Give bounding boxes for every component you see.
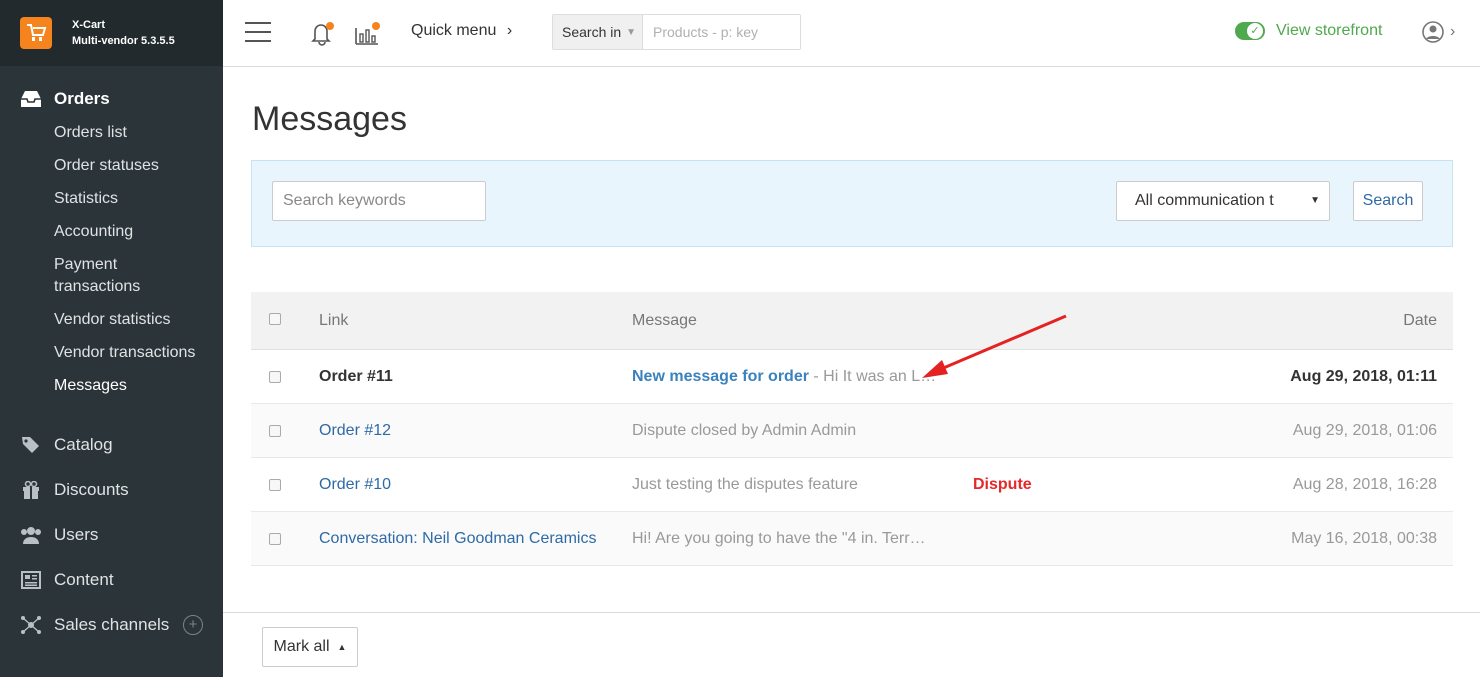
caret-down-icon: ▼ [626,26,637,38]
chevron-right-icon: › [1450,23,1456,40]
user-menu[interactable]: › [1422,21,1455,43]
sidebar-item-orders-list[interactable]: Orders list [0,116,223,149]
brand-version: Multi-vendor 5.3.5.5 [72,35,175,47]
table-row[interactable]: Order #11 New message for order - Hi It … [251,350,1453,404]
brand-text: X-Cart Multi-vendor 5.3.5.5 [72,17,175,49]
tags-icon [20,435,42,455]
communication-type-select[interactable]: All communication t ▼ [1116,181,1330,221]
keywords-input[interactable] [272,181,486,221]
bell-icon[interactable] [309,20,335,51]
row-message[interactable]: New message for order - Hi It was an L… [632,350,936,404]
header-message[interactable]: Message [632,292,697,350]
chevron-right-icon: › [506,22,513,39]
brand[interactable]: X-Cart Multi-vendor 5.3.5.5 [0,0,223,66]
global-search: Search in ▼ [552,14,801,50]
search-in-label: Search in [562,24,622,40]
filter-panel: All communication t ▼ Search [251,160,1453,247]
quick-menu[interactable]: Quick menu › [411,22,512,40]
table-row[interactable]: Order #10 Just testing the disputes feat… [251,458,1453,512]
sidebar-section-content[interactable]: Content [0,557,223,602]
message-preview[interactable]: Dispute closed by Admin Admin [632,404,856,458]
row-link[interactable]: Order #12 [319,404,391,458]
sidebar-section-label: Content [54,569,114,589]
row-checkbox[interactable] [269,425,281,437]
view-storefront-label: View storefront [1276,22,1383,39]
cart-logo-icon [20,17,52,49]
sidebar-section-label: Discounts [54,479,129,499]
sidebar-item-order-statuses[interactable]: Order statuses [0,149,223,182]
mark-all-label: Mark all [273,638,330,655]
row-date: Aug 28, 2018, 16:28 [1292,476,1437,493]
row-link[interactable]: Order #11 [319,350,393,404]
caret-down-icon: ▼ [1310,195,1320,206]
row-date: May 16, 2018, 00:38 [1291,530,1437,547]
user-avatar-icon [1422,21,1444,43]
bulk-actions-bar: Mark all ▲ [223,612,1480,677]
sidebar: X-Cart Multi-vendor 5.3.5.5 Orders Order… [0,0,223,677]
sidebar-section-label: Sales channels [54,614,170,634]
sidebar-item-vendor-statistics[interactable]: Vendor statistics [0,303,223,336]
search-input[interactable] [643,15,800,49]
quick-menu-label: Quick menu [411,22,497,39]
dispute-badge: Dispute [973,476,1032,493]
sidebar-section-catalog[interactable]: Catalog [0,422,223,467]
sidebar-section-sales-channels[interactable]: Sales channels + [0,602,223,647]
users-icon [20,525,42,545]
sidebar-item-payment-transactions[interactable]: Payment transactions [0,248,160,303]
caret-up-icon: ▲ [337,642,347,652]
mark-all-button[interactable]: Mark all ▲ [262,627,358,667]
gift-icon [20,480,42,500]
sidebar-item-messages[interactable]: Messages [0,369,223,402]
row-link[interactable]: Order #10 [319,458,391,512]
row-checkbox[interactable] [269,533,281,545]
inbox-icon [20,89,42,109]
sidebar-item-statistics[interactable]: Statistics [0,182,223,215]
sidebar-item-accounting[interactable]: Accounting [0,215,223,248]
row-date: Aug 29, 2018, 01:11 [1290,368,1437,385]
select-all-checkbox[interactable] [269,313,281,325]
sidebar-section-label: Users [54,524,99,544]
topbar: Quick menu › Search in ▼ View storefront… [223,0,1480,67]
sidebar-section-users[interactable]: Users [0,512,223,557]
sidebar-section-orders[interactable]: Orders [0,82,223,116]
row-checkbox[interactable] [269,371,281,383]
header-date[interactable]: Date [1403,292,1437,350]
messages-table: Link Message Date Order #11 New message … [251,292,1453,566]
row-link[interactable]: Conversation: Neil Goodman Ceramics [319,512,596,566]
sidebar-section-discounts[interactable]: Discounts [0,467,223,512]
message-preview[interactable]: Just testing the disputes feature [632,458,858,512]
annotation-arrow-icon [922,314,1067,378]
stats-chart-icon[interactable] [354,20,382,51]
sidebar-section-label: Orders [54,89,110,108]
table-row[interactable]: Order #12 Dispute closed by Admin Admin … [251,404,1453,458]
add-channel-icon[interactable]: + [183,614,203,635]
network-icon [20,615,42,635]
search-in-dropdown[interactable]: Search in ▼ [553,15,643,49]
storefront-toggle[interactable] [1235,22,1265,40]
table-header: Link Message Date [251,292,1453,350]
header-link[interactable]: Link [319,292,348,350]
newspaper-icon [20,570,42,590]
search-button[interactable]: Search [1353,181,1423,221]
message-subject: New message for order [632,368,809,385]
hamburger-menu-icon[interactable] [245,22,271,42]
message-separator: - [808,368,824,385]
communication-type-value: All communication t [1135,192,1274,209]
table-row[interactable]: Conversation: Neil Goodman Ceramics Hi! … [251,512,1453,566]
row-checkbox[interactable] [269,479,281,491]
sidebar-section-label: Catalog [54,434,113,454]
message-preview[interactable]: Hi! Are you going to have the "4 in. Ter… [632,512,926,566]
sidebar-item-vendor-transactions[interactable]: Vendor transactions [0,336,223,369]
view-storefront-link[interactable]: View storefront [1235,22,1382,40]
page-title: Messages [252,100,407,138]
row-date: Aug 29, 2018, 01:06 [1292,422,1437,439]
brand-name: X-Cart [72,19,106,31]
